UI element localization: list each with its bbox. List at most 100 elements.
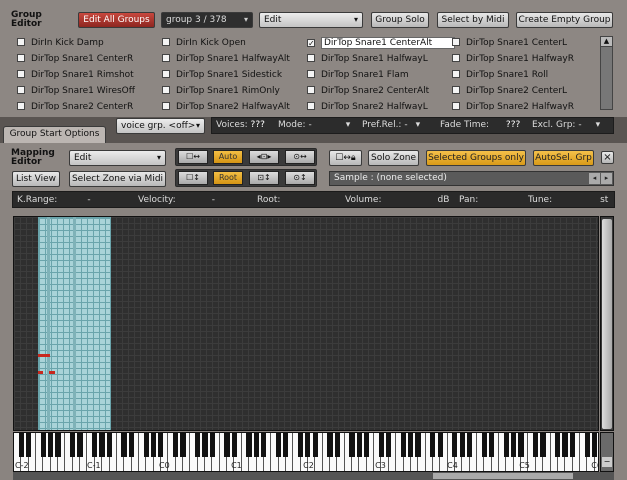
checkbox-icon[interactable] [307, 102, 315, 110]
black-key[interactable] [297, 433, 304, 457]
black-key[interactable] [209, 433, 215, 457]
black-key[interactable] [327, 433, 333, 457]
autosel-grp-button[interactable]: AutoSel. Grp [533, 150, 594, 166]
auto-spread-key-icon[interactable]: ☐↔ [178, 150, 208, 164]
black-key[interactable] [47, 433, 54, 457]
black-key[interactable] [533, 433, 539, 457]
velocity-field[interactable]: Velocity: - [138, 193, 215, 207]
selected-groups-only-button[interactable]: Selected Groups only [426, 150, 526, 166]
group-checkbox-item[interactable]: DirTop Snare1 CenterR [17, 52, 133, 66]
group-checkbox-item[interactable]: DirTop Snare1 CenterL [452, 36, 567, 50]
checkbox-icon[interactable] [452, 102, 460, 110]
black-key[interactable] [430, 433, 436, 457]
group-checkbox-item[interactable]: DirTop Snare2 CenterR [17, 100, 133, 110]
pref-rel-field[interactable]: Pref.Rel.: - ▾ [362, 118, 420, 132]
voice-group-dropdown[interactable]: voice grp. <off> ▾ [116, 118, 205, 134]
black-key[interactable] [158, 433, 164, 457]
checkbox-icon[interactable] [162, 38, 170, 46]
black-key[interactable] [77, 433, 83, 457]
black-key[interactable] [591, 433, 598, 457]
black-key[interactable] [25, 433, 32, 457]
scroll-up-icon[interactable]: ▲ [601, 37, 612, 47]
grid-vertical-scrollbar[interactable] [600, 216, 614, 431]
group-checkbox-item[interactable]: DirTop Snare1 WiresOff [17, 84, 135, 98]
group-checkbox-item[interactable]: DirIn Kick Damp [17, 36, 104, 50]
black-key[interactable] [55, 433, 61, 457]
black-key[interactable] [70, 433, 76, 457]
black-key[interactable] [503, 433, 509, 457]
group-checkbox-item[interactable]: DirTop Snare1 HalfwayL [307, 52, 428, 66]
group-list-scrollbar[interactable]: ▲ [600, 36, 613, 110]
black-key[interactable] [121, 433, 127, 457]
black-key[interactable] [555, 433, 561, 457]
checkbox-icon[interactable] [17, 38, 25, 46]
black-key[interactable] [488, 433, 495, 457]
scroll-thumb[interactable] [602, 219, 612, 429]
group-checkbox-item[interactable]: DirIn Kick Open [162, 36, 246, 50]
pan-field[interactable]: Pan: [459, 193, 478, 207]
black-key[interactable] [408, 433, 414, 457]
black-key[interactable] [180, 433, 186, 457]
black-key[interactable] [99, 433, 105, 457]
group-checkbox-item[interactable]: ✓ DirTop Snare1 CenterAlt [307, 36, 456, 50]
black-key[interactable] [466, 433, 473, 457]
black-key[interactable] [452, 433, 458, 457]
zoom-out-icon[interactable]: − [602, 457, 612, 467]
mapping-edit-dropdown[interactable]: Edit ▾ [69, 150, 166, 166]
k-range-field[interactable]: K.Range: - [17, 193, 91, 207]
resize-zone-icon[interactable]: ⊡↕ [249, 171, 279, 185]
black-key[interactable] [511, 433, 517, 457]
group-checkbox-item[interactable]: DirTop Snare2 HalfwayL [307, 100, 428, 110]
checkbox-icon[interactable] [17, 86, 25, 94]
select-zone-via-midi-button[interactable]: Select Zone via Midi [69, 171, 166, 187]
checkbox-icon[interactable] [162, 70, 170, 78]
checkbox-icon[interactable] [17, 54, 25, 62]
checkbox-icon[interactable] [452, 38, 460, 46]
black-key[interactable] [246, 433, 252, 457]
black-key[interactable] [231, 433, 237, 457]
checkbox-icon[interactable] [162, 102, 170, 110]
black-key[interactable] [415, 433, 421, 457]
close-mapping-button[interactable]: × [601, 151, 614, 164]
group-checkbox-item[interactable]: DirTop Snare2 CenterAlt [307, 84, 429, 98]
black-key[interactable] [128, 433, 135, 457]
checkbox-icon[interactable] [17, 102, 25, 110]
black-key[interactable] [378, 433, 384, 457]
sample-next-icon[interactable]: ▸ [601, 173, 612, 184]
checkbox-checked-icon[interactable]: ✓ [307, 39, 315, 48]
black-key[interactable] [437, 433, 443, 457]
black-key[interactable] [275, 433, 282, 457]
group-select-dropdown[interactable]: group 3 / 378 ▾ [161, 12, 253, 28]
checkbox-icon[interactable] [452, 70, 460, 78]
edit-all-groups-button[interactable]: Edit All Groups [78, 12, 155, 28]
black-key[interactable] [172, 433, 179, 457]
black-key[interactable] [518, 433, 524, 457]
select-by-midi-button[interactable]: Select by Midi [437, 12, 509, 28]
checkbox-icon[interactable] [452, 86, 460, 94]
black-key[interactable] [40, 433, 46, 457]
bottom-scroll-thumb[interactable] [433, 473, 573, 479]
black-key[interactable] [481, 433, 487, 457]
black-key[interactable] [202, 433, 208, 457]
group-edit-dropdown[interactable]: Edit ▾ [259, 12, 363, 28]
black-key[interactable] [386, 433, 392, 457]
mode-field[interactable]: Mode: - ▾ [278, 118, 350, 132]
checkbox-icon[interactable] [307, 86, 315, 94]
black-key[interactable] [143, 433, 149, 457]
move-zone-icon[interactable]: ◂⊡▸ [249, 150, 279, 164]
group-start-options-tab[interactable]: Group Start Options [3, 126, 106, 143]
auto-spread-velocity-icon[interactable]: ☐↕ [178, 171, 208, 185]
black-key[interactable] [569, 433, 576, 457]
group-checkbox-item[interactable]: DirTop Snare1 Sidestick [162, 68, 282, 82]
group-checkbox-item[interactable]: DirTop Snare1 HalfwayR [452, 52, 574, 66]
black-key[interactable] [459, 433, 465, 457]
bottom-scrollbar[interactable] [13, 472, 614, 480]
group-checkbox-item[interactable]: DirTop Snare1 RimOnly [162, 84, 280, 98]
black-key[interactable] [312, 433, 318, 457]
group-solo-button[interactable]: Group Solo [371, 12, 429, 28]
black-key[interactable] [400, 433, 407, 457]
root-field[interactable]: Root: [257, 193, 280, 207]
black-key[interactable] [584, 433, 590, 457]
group-checkbox-item[interactable]: DirTop Snare1 Rimshot [17, 68, 134, 82]
group-checkbox-item[interactable]: DirTop Snare2 HalfwayAlt [162, 100, 290, 110]
